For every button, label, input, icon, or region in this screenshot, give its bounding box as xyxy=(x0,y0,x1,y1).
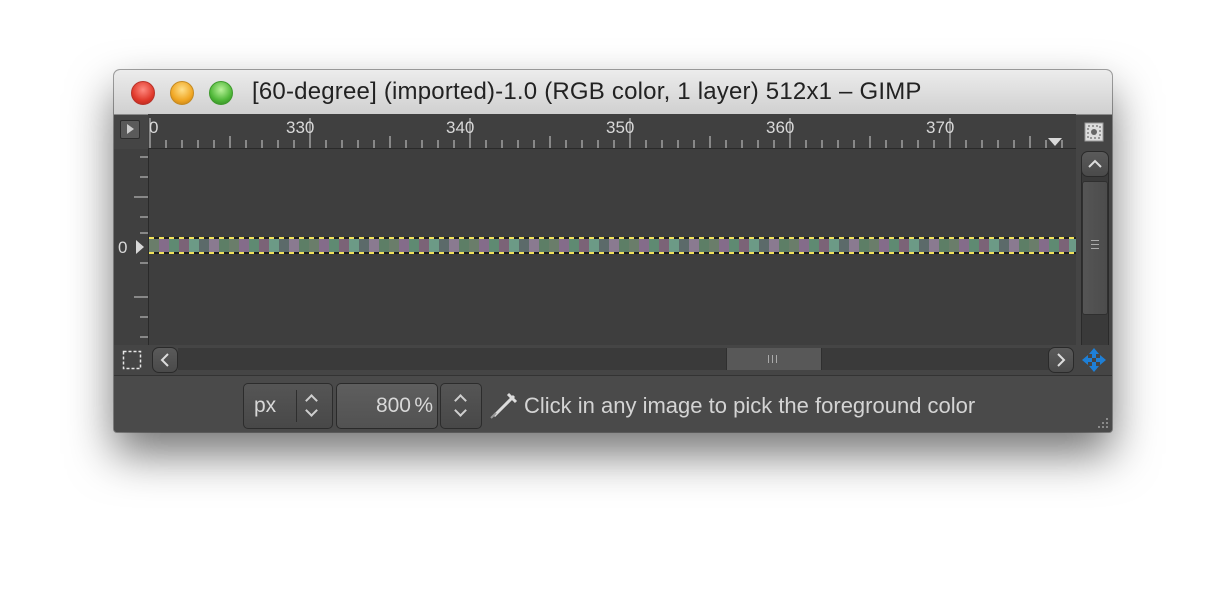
zoom-updown-icon xyxy=(455,392,467,418)
title-bar[interactable]: [60-degree] (imported)-1.0 (RGB color, 1… xyxy=(114,70,1112,115)
resize-grip-icon[interactable] xyxy=(1096,416,1110,430)
ruler-label: 370 xyxy=(926,118,954,137)
gimp-image-window: [60-degree] (imported)-1.0 (RGB color, 1… xyxy=(114,70,1112,432)
unit-updown-icon xyxy=(306,392,318,418)
horizontal-ruler[interactable]: 0 330 340 350 360 370 xyxy=(148,114,1076,149)
zoom-unit: % xyxy=(414,394,433,417)
zoom-input[interactable]: 800 % xyxy=(336,383,438,429)
scroll-left-button[interactable] xyxy=(152,347,178,373)
unit-selector[interactable]: px xyxy=(243,383,333,429)
navigate-icon[interactable] xyxy=(1081,347,1107,373)
status-message: Click in any image to pick the foregroun… xyxy=(524,393,976,418)
chevron-right-icon xyxy=(1057,353,1066,367)
ruler-pointer-marker xyxy=(136,240,144,254)
ruler-label: 340 xyxy=(446,118,474,137)
vertical-scroll-thumb[interactable] xyxy=(1082,181,1108,315)
unit-value: px xyxy=(254,394,277,417)
ruler-label: 330 xyxy=(286,118,314,137)
menu-arrow-button[interactable] xyxy=(120,120,140,139)
color-picker-icon xyxy=(490,392,518,419)
chevron-left-icon xyxy=(160,353,169,367)
horizontal-scroll-thumb[interactable] xyxy=(726,348,822,370)
horizontal-ruler-ticks: 0 330 340 350 360 370 xyxy=(149,118,1063,148)
zoom-fit-icon[interactable] xyxy=(1083,121,1105,143)
ruler-label: 0 xyxy=(149,118,158,137)
zoom-window-button[interactable] xyxy=(209,81,233,105)
horizontal-scroll-track[interactable] xyxy=(178,348,1050,370)
ruler-label: 0 xyxy=(118,238,127,257)
horizontal-scrollbar[interactable] xyxy=(114,345,1112,375)
selection-marching-ants-top xyxy=(149,237,1076,239)
ruler-label: 360 xyxy=(766,118,794,137)
quick-mask-icon[interactable] xyxy=(122,350,142,370)
scroll-up-button[interactable] xyxy=(1081,151,1109,177)
scroll-right-button[interactable] xyxy=(1048,347,1074,373)
close-window-button[interactable] xyxy=(131,81,155,105)
ruler-label: 350 xyxy=(606,118,634,137)
minimize-window-button[interactable] xyxy=(170,81,194,105)
status-bar: px 800 % Click in any image to pick the … xyxy=(114,375,1112,432)
selection-marching-ants-bottom xyxy=(149,252,1076,254)
zoom-value: 800 xyxy=(375,394,411,417)
ruler-pointer-marker xyxy=(1048,138,1062,146)
chevron-up-icon xyxy=(1088,159,1102,168)
zoom-dropdown-button[interactable] xyxy=(440,383,482,429)
image-pixel-row xyxy=(149,239,1076,253)
window-title: [60-degree] (imported)-1.0 (RGB color, 1… xyxy=(252,78,922,105)
